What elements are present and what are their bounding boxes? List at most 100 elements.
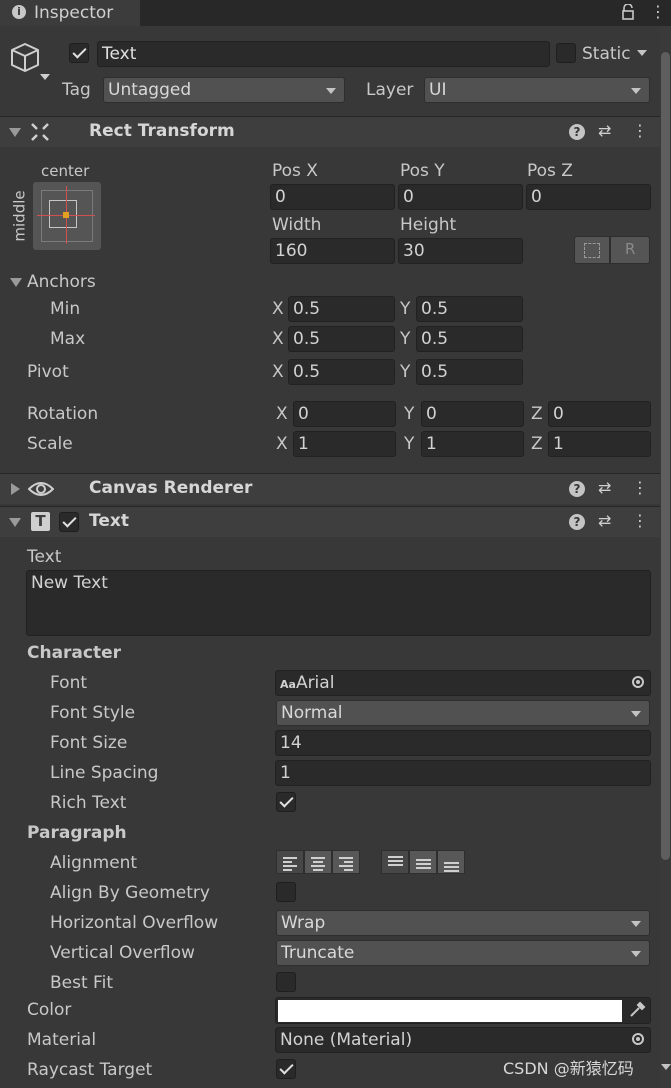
pos-x-field[interactable]: 0 xyxy=(270,184,395,210)
object-picker-icon[interactable] xyxy=(632,676,644,688)
active-checkbox[interactable] xyxy=(69,43,89,63)
help-icon[interactable]: ? xyxy=(569,481,585,497)
layer-label: Layer xyxy=(366,80,414,100)
scrollbar-thumb[interactable] xyxy=(661,52,670,860)
pos-y-field[interactable]: 0 xyxy=(398,184,523,210)
rich-text-checkbox[interactable] xyxy=(276,792,296,812)
scale-z-field[interactable]: 1 xyxy=(548,431,651,457)
static-dropdown-arrow[interactable] xyxy=(637,50,647,56)
gameobject-cube-icon[interactable] xyxy=(8,40,50,82)
eye-icon xyxy=(28,482,54,496)
anchor-preset-button[interactable] xyxy=(33,182,101,250)
min-x-label: X xyxy=(272,299,284,319)
component-menu-icon[interactable]: ⋮ xyxy=(632,121,648,141)
font-style-dropdown[interactable]: Normal xyxy=(276,700,650,726)
max-x-label: X xyxy=(272,329,284,349)
max-x-field[interactable]: 0.5 xyxy=(288,326,395,352)
align-top-button[interactable] xyxy=(381,850,409,874)
rotation-y-field[interactable]: 0 xyxy=(421,401,524,427)
text-field-label: Text xyxy=(27,547,62,567)
font-style-label: Font Style xyxy=(50,703,136,723)
text-enabled-checkbox[interactable] xyxy=(59,512,79,532)
font-field[interactable]: AaArial xyxy=(275,670,651,696)
align-by-geometry-checkbox[interactable] xyxy=(276,882,296,902)
width-label: Width xyxy=(272,215,322,235)
scale-x-field[interactable]: 1 xyxy=(293,431,396,457)
min-y-field[interactable]: 0.5 xyxy=(416,296,523,322)
rotation-x-field[interactable]: 0 xyxy=(293,401,396,427)
info-icon: i xyxy=(12,5,26,19)
character-section-label: Character xyxy=(27,643,122,663)
expand-arrow-icon[interactable] xyxy=(9,128,21,137)
tab-inspector[interactable]: i Inspector xyxy=(0,0,140,26)
best-fit-label: Best Fit xyxy=(50,973,113,993)
raycast-target-checkbox[interactable] xyxy=(276,1059,296,1079)
pivot-y-field[interactable]: 0.5 xyxy=(416,359,523,385)
font-asset-icon: Aa xyxy=(280,678,296,691)
color-swatch[interactable] xyxy=(278,1000,622,1021)
component-menu-icon[interactable]: ⋮ xyxy=(632,511,648,531)
component-menu-icon[interactable]: ⋮ xyxy=(632,478,648,498)
static-label[interactable]: Static xyxy=(582,43,631,65)
help-icon[interactable]: ? xyxy=(569,514,585,530)
tag-dropdown[interactable]: Untagged xyxy=(103,77,345,103)
rot-z-label: Z xyxy=(531,404,543,424)
pos-x-label: Pos X xyxy=(272,161,318,181)
rotation-z-field[interactable]: 0 xyxy=(548,401,651,427)
rect-transform-header[interactable]: Rect Transform ? ⇄ ⋮ xyxy=(0,116,660,147)
pivot-x-field[interactable]: 0.5 xyxy=(288,359,395,385)
canvas-renderer-header[interactable]: Canvas Renderer ? ⇄ ⋮ xyxy=(0,473,660,504)
anchor-point xyxy=(63,212,69,218)
line-spacing-label: Line Spacing xyxy=(50,763,159,783)
align-right-button[interactable] xyxy=(332,850,360,874)
pos-y-label: Pos Y xyxy=(400,161,445,181)
presets-icon[interactable]: ⇄ xyxy=(598,478,611,498)
scale-y-label: Y xyxy=(404,434,415,454)
align-left-button[interactable] xyxy=(276,850,304,874)
text-area[interactable]: New Text xyxy=(26,570,651,636)
eyedropper-icon[interactable] xyxy=(628,1001,646,1019)
anchor-vertical-label: middle xyxy=(10,190,29,242)
color-field[interactable] xyxy=(275,997,651,1024)
horizontal-overflow-label: Horizontal Overflow xyxy=(50,913,219,933)
layer-dropdown[interactable]: UI xyxy=(424,77,650,103)
font-size-field[interactable]: 14 xyxy=(275,730,651,756)
max-y-field[interactable]: 0.5 xyxy=(416,326,523,352)
min-x-field[interactable]: 0.5 xyxy=(288,296,395,322)
material-field[interactable]: None (Material) xyxy=(275,1027,651,1053)
align-bottom-button[interactable] xyxy=(437,850,465,874)
width-field[interactable]: 160 xyxy=(270,238,395,264)
line-spacing-field[interactable]: 1 xyxy=(275,760,651,786)
scroll-down-arrow-icon[interactable] xyxy=(661,1064,671,1070)
vertical-overflow-dropdown[interactable]: Truncate xyxy=(276,940,650,966)
material-value: None (Material) xyxy=(280,1030,413,1050)
text-component-header[interactable]: T Text ? ⇄ ⋮ xyxy=(0,506,660,537)
best-fit-checkbox[interactable] xyxy=(276,972,296,992)
font-label: Font xyxy=(50,673,88,693)
object-picker-icon[interactable] xyxy=(632,1033,644,1045)
rot-y-label: Y xyxy=(404,404,415,424)
height-field[interactable]: 30 xyxy=(398,238,523,264)
lock-icon[interactable] xyxy=(621,4,635,20)
expand-arrow-icon[interactable] xyxy=(9,518,21,527)
horizontal-overflow-dropdown[interactable]: Wrap xyxy=(276,910,650,936)
scale-y-field[interactable]: 1 xyxy=(421,431,524,457)
anchors-expand-arrow-icon[interactable] xyxy=(10,278,22,287)
color-alpha-bar xyxy=(278,1019,622,1022)
scale-z-label: Z xyxy=(531,434,543,454)
align-middle-button[interactable] xyxy=(409,850,437,874)
blueprint-mode-button[interactable] xyxy=(574,236,610,264)
presets-icon[interactable]: ⇄ xyxy=(598,121,611,141)
scale-label: Scale xyxy=(27,434,73,454)
object-name-field[interactable]: Text xyxy=(97,41,550,67)
static-checkbox[interactable] xyxy=(556,43,576,63)
pos-z-field[interactable]: 0 xyxy=(526,184,651,210)
expand-arrow-icon[interactable] xyxy=(11,483,20,495)
color-label: Color xyxy=(27,1000,72,1020)
align-center-button[interactable] xyxy=(304,850,332,874)
tab-title: Inspector xyxy=(34,3,114,23)
tab-menu-icon[interactable]: ⋮ xyxy=(650,2,666,22)
help-icon[interactable]: ? xyxy=(569,124,585,140)
presets-icon[interactable]: ⇄ xyxy=(598,511,611,531)
raw-edit-button[interactable]: R xyxy=(610,236,650,264)
